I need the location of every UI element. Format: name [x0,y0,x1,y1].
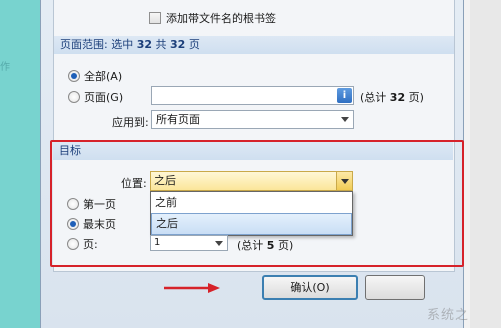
red-arrow-head [208,283,220,293]
page-range-header: 页面范围: 选中 32 共 32 页 [54,36,454,54]
page-range-header-prefix: 页面范围: 选中 [60,38,134,51]
radio-page-selection[interactable]: 页面(G) [68,89,123,105]
radio-all-pages-button[interactable] [68,70,80,82]
cancel-button[interactable] [365,275,425,300]
radio-all-pages-label: 全部(A) [84,70,123,83]
pages-total-note-prefix: (总计 [360,91,387,104]
page-range-total-count: 32 [170,38,186,51]
page-range-selected-count: 32 [136,38,153,51]
background-right [462,0,501,328]
page-range-header-mid: 共 [155,38,167,51]
add-root-bookmark-option[interactable]: 添加带文件名的根书签 [149,10,276,26]
page-range-header-suffix: 页 [188,38,200,51]
radio-page-selection-button[interactable] [68,91,80,103]
background-stripe [470,0,501,328]
watermark: 系统之 [427,308,470,323]
radio-all-pages[interactable]: 全部(A) [68,68,122,84]
info-icon[interactable]: i [337,88,352,103]
pages-total-note-suffix: 页) [408,91,424,104]
background-ghost-text: 作 [0,62,10,73]
ok-button[interactable]: 确认(O) [262,275,358,300]
background-left: 作 [0,0,40,328]
red-arrow-annotation [164,283,220,293]
pages-input[interactable] [151,86,354,105]
target-highlight-frame [50,140,464,267]
apply-to-select[interactable]: 所有页面 [151,110,354,129]
add-root-bookmark-label: 添加带文件名的根书签 [166,12,276,25]
pages-total-note-count: 32 [389,91,406,104]
chevron-down-icon [341,117,349,122]
insert-pages-dialog: 添加带文件名的根书签 页面范围: 选中 32 共 32 页 全部(A) 页面(G… [40,0,464,328]
pages-total-note: (总计 32 页) [360,89,424,105]
add-root-bookmark-checkbox[interactable] [149,12,161,24]
radio-page-selection-label: 页面(G) [84,91,124,104]
apply-to-label: 应用到: [112,116,149,129]
apply-to-value: 所有页面 [156,113,200,126]
